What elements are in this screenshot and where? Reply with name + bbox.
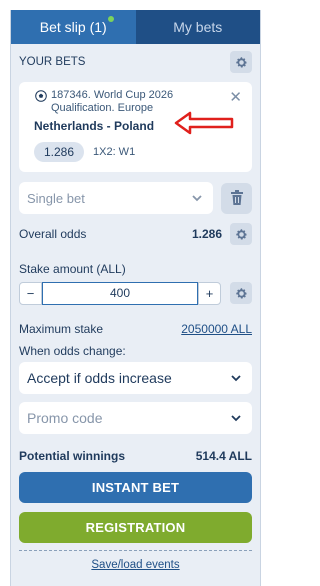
promo-code-select[interactable]: Promo code: [19, 402, 252, 434]
gear-icon: [235, 287, 247, 298]
chevron-down-icon: [231, 375, 241, 382]
notification-dot: [107, 16, 114, 22]
bet-type-value: Single bet: [27, 190, 85, 206]
soccer-ball-icon: [35, 90, 47, 102]
gear-icon: [235, 56, 247, 67]
stake-input[interactable]: [42, 281, 198, 305]
teams: Netherlands - Poland: [34, 119, 155, 133]
increase-stake-button[interactable]: +: [198, 281, 221, 305]
overall-odds-row: Overall odds 1.286: [19, 223, 252, 245]
chevron-down-icon: [192, 195, 202, 202]
stake-settings-button[interactable]: [230, 282, 252, 304]
max-stake-link[interactable]: 2050000 ALL: [181, 322, 252, 336]
promo-code-placeholder: Promo code: [27, 410, 103, 426]
bet-type-row: Single bet: [19, 182, 252, 214]
bet-card: 187346. World Cup 2026 Qualification. Eu…: [19, 82, 252, 172]
decrease-stake-button[interactable]: −: [19, 281, 42, 305]
odds-settings-button[interactable]: [230, 223, 252, 245]
stake-label-row: Stake amount (ALL): [19, 261, 252, 277]
trash-icon: [230, 190, 243, 205]
odds-change-label-row: When odds change:: [19, 342, 252, 360]
winnings-row: Potential winnings 514.4 ALL: [19, 447, 252, 465]
tab-my-bets-label: My bets: [173, 19, 223, 35]
odds-change-label: When odds change:: [19, 344, 126, 358]
odds-change-row: Accept if odds increase: [19, 362, 252, 394]
remove-bet-button[interactable]: ✕: [229, 88, 242, 106]
market-label: 1X2: W1: [93, 146, 136, 158]
instant-bet-button[interactable]: INSTANT BET: [19, 472, 252, 503]
tabs: Bet slip (1) My bets: [11, 10, 260, 44]
stake-row: − +: [19, 281, 252, 305]
registration-button[interactable]: REGISTRATION: [19, 512, 252, 543]
stake-stepper: − +: [19, 281, 221, 305]
bet-slip-panel: Bet slip (1) My bets YOUR BETS 187346. W…: [10, 10, 261, 586]
gear-icon: [235, 228, 247, 239]
overall-odds-label: Overall odds: [19, 227, 87, 241]
bet-odds: 1.286: [34, 142, 84, 162]
your-bets-header: YOUR BETS: [19, 51, 252, 73]
promo-row: Promo code: [19, 402, 252, 434]
clear-bets-button[interactable]: [221, 182, 252, 214]
tab-bet-slip[interactable]: Bet slip (1): [11, 10, 136, 44]
bets-settings-button[interactable]: [230, 51, 252, 73]
overall-odds-value: 1.286: [191, 227, 222, 241]
divider: [19, 550, 252, 551]
tab-my-bets[interactable]: My bets: [135, 10, 260, 44]
section-title: YOUR BETS: [19, 56, 86, 68]
save-load-events-link[interactable]: Save/load events: [11, 559, 260, 571]
winnings-value: 514.4 ALL: [195, 449, 252, 463]
bet-type-select[interactable]: Single bet: [19, 182, 213, 214]
stake-label: Stake amount (ALL): [19, 262, 126, 276]
winnings-label: Potential winnings: [19, 449, 126, 463]
odds-change-select[interactable]: Accept if odds increase: [19, 362, 252, 394]
red-arrow-annotation: [174, 111, 234, 135]
tab-bet-slip-label: Bet slip (1): [39, 19, 107, 35]
chevron-down-icon: [231, 415, 241, 422]
odds-change-value: Accept if odds increase: [27, 370, 172, 386]
max-stake-label: Maximum stake: [19, 322, 104, 336]
max-stake-row: Maximum stake 2050000 ALL: [19, 320, 252, 338]
close-icon: ✕: [229, 89, 242, 106]
